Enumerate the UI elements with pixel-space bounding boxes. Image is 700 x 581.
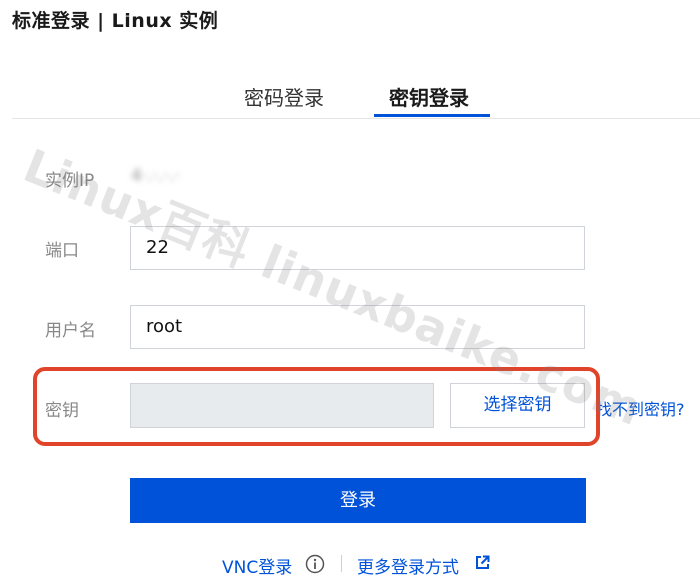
username-label: 用户名 [45,321,96,341]
tab-password-login[interactable]: 密码登录 [244,82,324,111]
active-tab-indicator [374,114,490,117]
ip-label: 实例IP [45,171,95,191]
cant-find-key-link[interactable]: 找不到密钥? [596,396,685,420]
login-tabs: 密码登录 密钥登录 [12,78,700,119]
info-circle-icon[interactable] [305,554,325,574]
vnc-login-link[interactable]: VNC登录 [222,553,292,578]
footer-divider [341,555,342,572]
tab-key-login[interactable]: 密钥登录 [389,82,469,111]
username-input[interactable]: root [130,305,585,349]
key-row-highlight [33,367,600,446]
more-login-methods-link[interactable]: 更多登录方式 [357,553,459,578]
login-dialog: 标准登录 | Linux 实例 密码登录 密钥登录 实例IP 4·.·.·.· … [0,0,700,581]
external-link-icon[interactable] [475,555,490,570]
footer-links: VNC登录 更多登录方式 [0,551,700,578]
ip-value: 4·.·.·.· [131,166,180,186]
port-input[interactable]: 22 [130,226,585,270]
dialog-title: 标准登录 | Linux 实例 [12,10,219,32]
login-button[interactable]: 登录 [130,478,586,523]
port-label: 端口 [45,241,79,261]
